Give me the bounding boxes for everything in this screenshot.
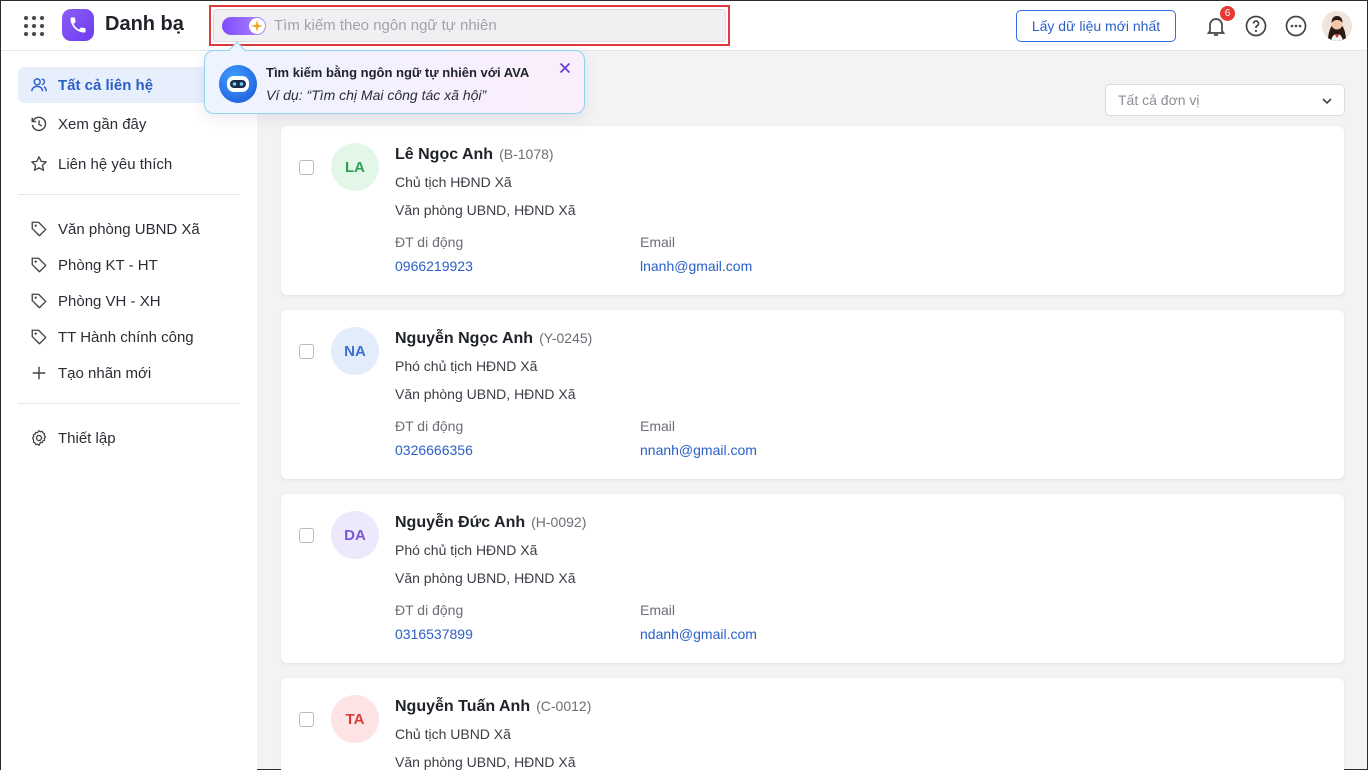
search-box[interactable] [213,9,726,42]
sparkle-icon [249,17,265,34]
app-title: Danh bạ [105,13,184,35]
contact-mobile-link[interactable]: 0966219923 [395,258,473,274]
contact-name[interactable]: Nguyễn Đức Anh (H-0092) [395,514,586,532]
contact-email-link[interactable]: lnanh@gmail.com [640,258,752,274]
tag-icon [31,293,47,309]
phone-icon [70,17,86,33]
contact-email-link[interactable]: ndanh@gmail.com [640,626,757,642]
contact-checkbox[interactable] [299,712,314,727]
mobile-label: ĐT di động [395,234,464,250]
contact-code: (C-0012) [536,698,592,714]
apps-grid-icon[interactable] [23,15,45,37]
refresh-data-button[interactable]: Lấy dữ liệu mới nhất [1016,10,1176,42]
contact-email-link[interactable]: nnanh@gmail.com [640,442,757,458]
help-icon[interactable] [1244,14,1268,38]
contact-name-text: Lê Ngọc Anh [395,146,494,163]
unit-filter-select[interactable]: Tất cả đơn vị [1105,84,1345,116]
contact-position: Phó chủ tịch HĐND Xã [395,358,538,374]
sidebar-divider [18,403,240,404]
contact-name[interactable]: Lê Ngọc Anh (B-1078) [395,146,554,164]
sidebar-item-label-tthcc[interactable]: TT Hành chính công [18,319,240,355]
contact-name[interactable]: Nguyễn Ngọc Anh (Y-0245) [395,330,592,348]
email-label: Email [640,418,676,434]
mobile-label: ĐT di động [395,418,464,434]
ava-tooltip-example: Ví dụ: “Tìm chị Mai công tác xã hội” [266,87,487,103]
contact-name-text: Nguyễn Tuấn Anh [395,698,531,715]
sidebar-item-label: Thiết lập [58,429,116,447]
sidebar-item-label: Tất cả liên hệ [58,76,154,94]
email-label: Email [640,234,676,250]
mobile-label: ĐT di động [395,602,464,618]
contact-name[interactable]: Nguyễn Tuấn Anh (C-0012) [395,698,591,716]
sidebar-item-label-kt-ht[interactable]: Phòng KT - HT [18,247,240,283]
ava-tooltip-title: Tìm kiếm bằng ngôn ngữ tự nhiên với AVA [266,65,530,80]
create-label-text: Tạo nhãn mới [58,364,152,382]
contact-code: (H-0092) [531,514,587,530]
tag-icon [31,329,47,345]
contact-name-text: Nguyễn Ngọc Anh [395,330,534,347]
contact-avatar: NA [331,327,379,375]
sidebar-divider [18,194,240,195]
search-highlight [209,5,730,46]
ai-search-toggle[interactable] [222,16,266,35]
contact-avatar: TA [331,695,379,743]
ava-robot-icon [219,65,257,103]
contact-card: NA Nguyễn Ngọc Anh (Y-0245) Phó chủ tịch … [281,310,1344,479]
contact-checkbox[interactable] [299,344,314,359]
contact-name-text: Nguyễn Đức Anh [395,514,526,531]
create-label-button[interactable]: Tạo nhãn mới [18,355,240,391]
close-icon[interactable] [556,59,574,77]
sidebar: Tất cả liên hệ Xem gần đây Liên hệ yêu t… [1,51,257,770]
contact-mobile-link[interactable]: 0326666356 [395,442,473,458]
sidebar-item-label-ubnd[interactable]: Văn phòng UBND Xã [18,211,240,247]
sidebar-item-settings[interactable]: Thiết lập [18,420,240,456]
contact-position: Phó chủ tịch HĐND Xã [395,542,538,558]
contact-position: Chủ tịch UBND Xã [395,726,511,742]
contact-card: DA Nguyễn Đức Anh (H-0092) Phó chủ tịch H… [281,494,1344,663]
more-options-icon[interactable] [1284,14,1308,38]
contact-department: Văn phòng UBND, HĐND Xã [395,754,576,770]
email-label: Email [640,602,676,618]
star-icon [31,156,47,171]
contact-avatar: LA [331,143,379,191]
contact-department: Văn phòng UBND, HĐND Xã [395,386,576,402]
contact-position: Chủ tịch HĐND Xã [395,174,512,190]
ava-search-tooltip: Tìm kiếm bằng ngôn ngữ tự nhiên với AVA … [204,41,585,114]
contact-card: TA Nguyễn Tuấn Anh (C-0012) Chủ tịch UBND… [281,678,1344,770]
contact-checkbox[interactable] [299,528,314,543]
sidebar-item-label: Phòng KT - HT [58,256,158,274]
chevron-down-icon [1322,98,1332,105]
contact-department: Văn phòng UBND, HĐND Xã [395,202,576,218]
tag-icon [31,257,47,273]
sidebar-item-label-vh-xh[interactable]: Phòng VH - XH [18,283,240,319]
contact-department: Văn phòng UBND, HĐND Xã [395,570,576,586]
user-avatar[interactable] [1322,11,1352,41]
search-input[interactable] [274,17,714,34]
plus-icon [32,366,46,380]
tag-icon [31,221,47,237]
notification-badge: 6 [1220,6,1235,21]
top-header: Danh bạ Lấy dữ liệu mới nhất 6 [1,1,1367,51]
contact-code: (B-1078) [499,146,554,162]
sidebar-item-label: TT Hành chính công [58,328,194,346]
contact-avatar: DA [331,511,379,559]
sidebar-item-label: Xem gần đây [58,115,147,133]
sidebar-item-label: Phòng VH - XH [58,292,161,310]
contact-code: (Y-0245) [539,330,593,346]
sidebar-item-favorites[interactable]: Liên hệ yêu thích [18,146,240,182]
contact-checkbox[interactable] [299,160,314,175]
app-logo [62,9,94,41]
unit-filter-value: Tất cả đơn vị [1118,92,1200,108]
sidebar-item-label: Liên hệ yêu thích [58,155,173,173]
contact-card: LA Lê Ngọc Anh (B-1078) Chủ tịch HĐND Xã … [281,126,1344,295]
sidebar-item-label: Văn phòng UBND Xã [58,220,200,238]
history-icon [31,116,47,132]
users-icon [31,78,47,92]
gear-icon [31,429,47,447]
contact-mobile-link[interactable]: 0316537899 [395,626,473,642]
